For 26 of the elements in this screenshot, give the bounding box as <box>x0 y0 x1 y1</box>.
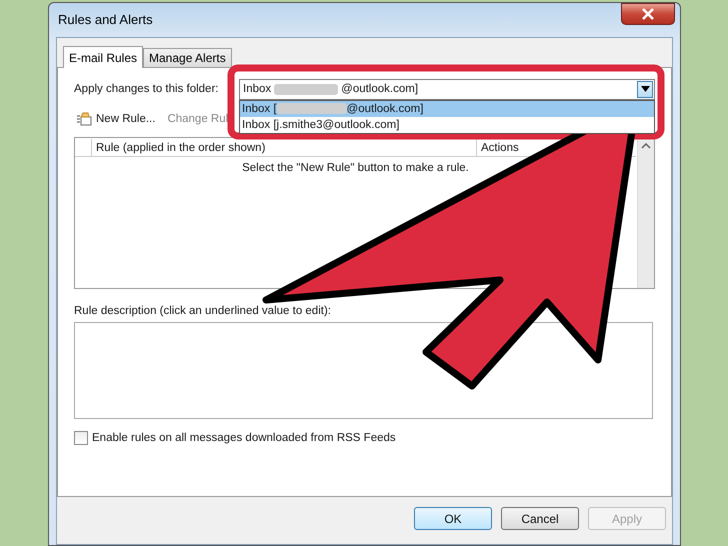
close-icon <box>640 8 656 20</box>
scroll-up-icon <box>641 143 651 149</box>
new-rule-button[interactable]: New Rule... <box>74 112 158 126</box>
redaction-blur <box>274 84 338 94</box>
dropdown-option[interactable]: Inbox [ @outlook.com] <box>240 100 654 116</box>
checkbox[interactable] <box>74 431 88 445</box>
dialog-button[interactable]: Cancel <box>501 507 579 530</box>
empty-message: Select the "New Rule" button to make a rule. <box>242 162 469 174</box>
dialog-button[interactable]: OK <box>414 507 492 530</box>
close-button[interactable] <box>621 3 675 25</box>
folder-label: Apply changes to this folder: <box>74 83 220 95</box>
dropdown-option[interactable]: Inbox [j.smithe3@outlook.com] <box>240 116 654 132</box>
window-title: Rules and Alerts <box>58 12 153 27</box>
tab[interactable]: E-mail Rules <box>63 46 144 68</box>
redaction-blur <box>276 103 347 114</box>
combo-value: @outlook.com] <box>341 83 418 95</box>
scrollbar[interactable] <box>637 138 654 288</box>
column-header[interactable]: Rule (applied in the order shown) <box>92 139 476 156</box>
new-rule-icon <box>76 112 92 126</box>
tab[interactable]: Manage Alerts <box>143 48 232 67</box>
dropdown-arrow-button[interactable] <box>637 80 653 98</box>
combo-value: Inbox <box>243 83 272 95</box>
checkbox-label: Enable rules on all messages downloaded from RSS Feeds <box>92 432 396 444</box>
description-label: Rule description (click an underlined value to edit): <box>74 305 332 317</box>
caret-icon <box>640 86 650 92</box>
column-header[interactable]: Actions <box>476 139 525 156</box>
